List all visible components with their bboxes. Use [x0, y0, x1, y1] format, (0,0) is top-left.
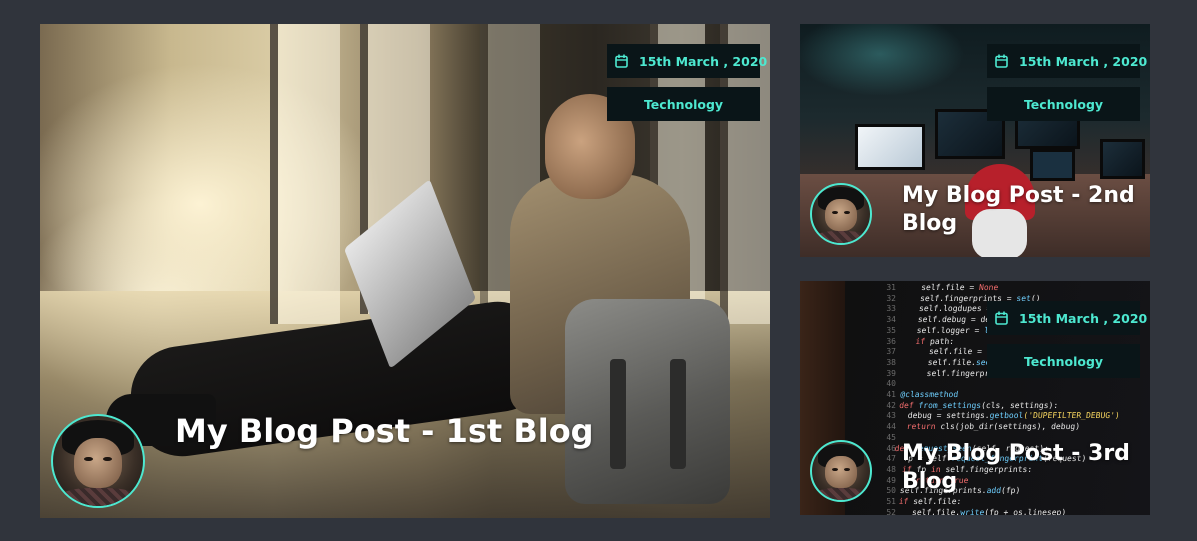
post-category-tag[interactable]: Technology: [987, 87, 1140, 121]
post-date: 15th March , 2020: [1019, 310, 1148, 326]
author-avatar[interactable]: [810, 183, 872, 245]
post-date: 15th March , 2020: [639, 53, 768, 69]
author-avatar[interactable]: [51, 414, 145, 508]
post-category-tag[interactable]: Technology: [607, 87, 760, 121]
post-date: 15th March , 2020: [1019, 53, 1148, 69]
blog-card-2[interactable]: 15th March , 2020 Technology My Blog Pos…: [800, 24, 1150, 257]
calendar-icon: [995, 311, 1008, 325]
post-date-badge: 15th March , 2020: [987, 44, 1147, 78]
post-title[interactable]: My Blog Post - 2nd Blog: [902, 182, 1147, 238]
post-category-tag[interactable]: Technology: [987, 344, 1140, 378]
post-date-badge: 15th March , 2020: [607, 44, 767, 78]
blog-card-1[interactable]: 15th March , 2020 Technology My Blog Pos…: [40, 24, 770, 518]
post-title[interactable]: My Blog Post - 1st Blog: [175, 412, 594, 450]
calendar-icon: [615, 54, 628, 68]
blog-card-3[interactable]: 31 32 33 34 35 36 37 38 39 40 41 42 43 4…: [800, 281, 1150, 515]
post-title[interactable]: My Blog Post - 3rd Blog: [902, 440, 1147, 496]
calendar-icon: [995, 54, 1008, 68]
post-date-badge: 15th March , 2020: [987, 301, 1147, 335]
author-avatar[interactable]: [810, 440, 872, 502]
